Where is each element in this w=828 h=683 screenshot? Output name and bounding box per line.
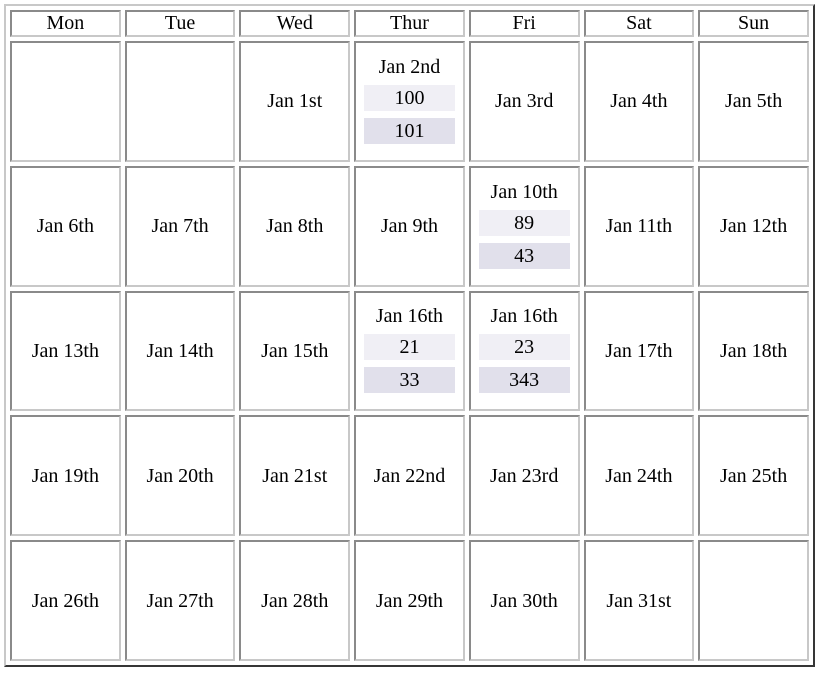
day-value-secondary: 43 [478, 242, 570, 269]
day-label: Jan 24th [605, 464, 673, 487]
day-value-secondary: 101 [364, 117, 455, 144]
weekday-header-wed: Wed [239, 10, 351, 37]
weekday-header-thur: Thur [354, 10, 465, 37]
day-label: Jan 14th [146, 339, 214, 362]
weekday-header-tue: Tue [124, 10, 236, 37]
day-cell[interactable]: Jan 29th [354, 540, 465, 661]
calendar-week-row: Jan 13th Jan 14th Jan 15th Jan 16th 21 33 Jan … [10, 290, 809, 412]
day-label: Jan 4th [610, 90, 668, 113]
day-cell[interactable]: Jan 19th [10, 415, 121, 537]
day-value-primary: 89 [478, 209, 570, 236]
day-label: Jan 12th [720, 215, 788, 238]
day-label: Jan 19th [31, 464, 99, 487]
day-cell[interactable]: Jan 12th [698, 165, 809, 287]
day-label: Jan 23rd [490, 464, 559, 487]
calendar-week-row: Jan 1st Jan 2nd 100 101 Jan 3rd Jan 4th Jan 5t… [10, 41, 809, 162]
day-cell[interactable]: Jan 7th [124, 165, 236, 287]
day-cell[interactable]: Jan 25th [698, 415, 809, 537]
day-label: Jan 30th [490, 589, 558, 612]
day-cell[interactable]: Jan 23rd [468, 415, 580, 537]
day-cell[interactable]: Jan 11th [583, 165, 695, 287]
weekday-header-sun: Sun [698, 10, 809, 37]
day-label: Jan 6th [36, 215, 94, 238]
day-label: Jan 10th [490, 180, 558, 203]
day-label: Jan 25th [720, 464, 788, 487]
weekday-header-mon: Mon [10, 10, 121, 37]
day-cell[interactable]: Jan 13th [10, 290, 121, 412]
day-cell[interactable]: Jan 16th 23 343 [468, 290, 580, 412]
weekday-header-row: Mon Tue Wed Thur Fri Sat Sun [10, 10, 809, 37]
day-label: Jan 8th [266, 215, 324, 238]
day-label: Jan 3rd [495, 90, 554, 113]
day-cell[interactable]: Jan 8th [239, 165, 351, 287]
day-cell[interactable]: Jan 15th [239, 290, 351, 412]
day-label: Jan 16th [375, 305, 444, 328]
day-cell[interactable]: Jan 10th 89 43 [468, 165, 580, 287]
day-value-primary: 21 [364, 334, 455, 361]
day-cell[interactable]: Jan 16th 21 33 [354, 290, 465, 412]
day-cell[interactable]: Jan 1st [239, 41, 351, 162]
calendar-table: Mon Tue Wed Thur Fri Sat Sun Jan 1st Jan … [4, 4, 815, 667]
day-cell[interactable]: Jan 3rd [468, 41, 580, 162]
day-value-secondary: 343 [478, 367, 570, 394]
day-cell[interactable]: Jan 18th [698, 290, 809, 412]
day-cell[interactable]: Jan 9th [354, 165, 465, 287]
day-cell[interactable]: Jan 2nd 100 101 [354, 41, 465, 162]
day-label: Jan 2nd [378, 55, 441, 78]
day-cell[interactable]: Jan 6th [10, 165, 121, 287]
day-label: Jan 15th [261, 339, 329, 362]
day-label: Jan 9th [380, 215, 439, 238]
day-label: Jan 17th [605, 339, 673, 362]
day-label: Jan 21st [262, 464, 328, 487]
day-label: Jan 29th [375, 589, 444, 612]
calendar-week-row: Jan 6th Jan 7th Jan 8th Jan 9th Jan 10th 89 43… [10, 165, 809, 287]
day-label: Jan 11th [605, 215, 673, 238]
day-cell[interactable]: Jan 5th [698, 41, 809, 162]
day-label: Jan 13th [31, 339, 99, 362]
day-cell[interactable]: Jan 4th [583, 41, 695, 162]
day-cell[interactable]: Jan 27th [124, 540, 236, 661]
day-value-secondary: 33 [364, 367, 455, 394]
day-cell[interactable]: Jan 20th [124, 415, 236, 537]
day-label: Jan 18th [720, 339, 788, 362]
empty-day-cell [10, 41, 121, 162]
day-cell[interactable]: Jan 14th [124, 290, 236, 412]
day-value-primary: 23 [478, 334, 570, 361]
empty-day-cell [124, 41, 236, 162]
day-label: Jan 28th [261, 589, 329, 612]
weekday-header-sat: Sat [583, 10, 695, 37]
day-label: Jan 7th [151, 215, 209, 238]
day-label: Jan 22nd [373, 464, 446, 487]
day-cell[interactable]: Jan 26th [10, 540, 121, 661]
day-cell[interactable]: Jan 31st [583, 540, 695, 661]
day-label: Jan 16th [490, 305, 558, 328]
day-cell[interactable]: Jan 28th [239, 540, 351, 661]
empty-day-cell [698, 540, 809, 661]
day-label: Jan 27th [146, 589, 214, 612]
day-cell[interactable]: Jan 22nd [354, 415, 465, 537]
day-label: Jan 31st [606, 589, 672, 612]
calendar-week-row: Jan 19th Jan 20th Jan 21st Jan 22nd Jan 23rd… [10, 415, 809, 537]
day-cell[interactable]: Jan 24th [583, 415, 695, 537]
day-cell[interactable]: Jan 30th [468, 540, 580, 661]
day-value-primary: 100 [364, 84, 455, 111]
weekday-header-fri: Fri [468, 10, 580, 37]
calendar-body: Jan 1st Jan 2nd 100 101 Jan 3rd Jan 4th Jan 5t… [10, 41, 809, 661]
day-label: Jan 26th [31, 589, 99, 612]
day-cell[interactable]: Jan 17th [583, 290, 695, 412]
calendar-week-row: Jan 26th Jan 27th Jan 28th Jan 29th Jan 30th… [10, 540, 809, 661]
day-cell[interactable]: Jan 21st [239, 415, 351, 537]
day-label: Jan 20th [146, 464, 214, 487]
day-label: Jan 5th [725, 90, 783, 113]
day-label: Jan 1st [267, 90, 323, 113]
